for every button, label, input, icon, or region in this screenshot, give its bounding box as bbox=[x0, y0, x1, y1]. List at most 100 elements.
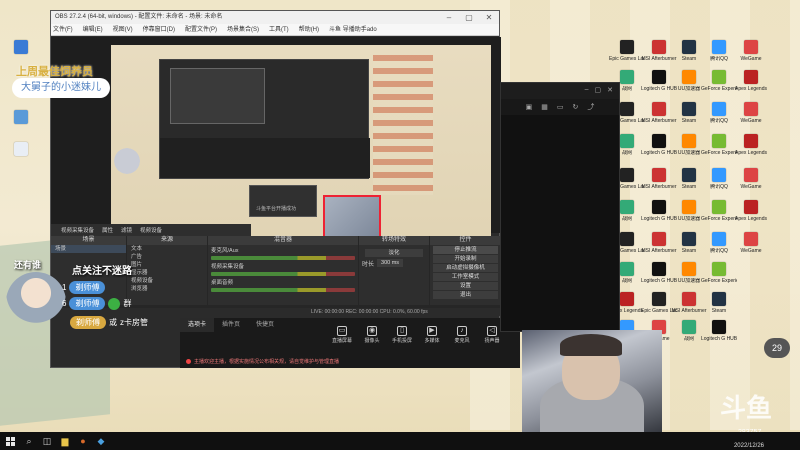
maximize-button[interactable]: ▢ bbox=[595, 86, 602, 96]
task-view-icon[interactable]: ◫ bbox=[38, 432, 56, 450]
desktop-icon[interactable]: GeForce Experience bbox=[701, 200, 737, 222]
tab-plugins[interactable]: 插件页 bbox=[214, 318, 248, 332]
app-icon bbox=[652, 232, 666, 246]
menu-profile[interactable]: 配置文件(P) bbox=[185, 24, 217, 35]
menu-view[interactable]: 视图(V) bbox=[113, 24, 133, 35]
maximize-button[interactable]: ▢ bbox=[459, 11, 479, 24]
menu-tools[interactable]: 工具(T) bbox=[269, 24, 289, 35]
source-item[interactable]: 广告 bbox=[127, 253, 207, 261]
desktop-icon[interactable]: Apex Legends bbox=[734, 134, 768, 156]
secondary-app-window[interactable]: – ▢ ✕ ▣ ▦ ▭ ↻ ⤴ bbox=[500, 82, 620, 332]
tab-shortcuts[interactable]: 快捷页 bbox=[248, 318, 282, 332]
explorer-icon[interactable]: ▆ bbox=[56, 432, 74, 450]
desktop-icon[interactable]: WeGame bbox=[734, 40, 768, 62]
screen-button[interactable]: ▭ 直播屏幕 bbox=[330, 326, 354, 344]
camera-button[interactable]: ◉ 摄像头 bbox=[360, 326, 384, 344]
tab-options[interactable]: 选项卡 bbox=[180, 318, 215, 332]
source-item[interactable]: 浏览器 bbox=[127, 285, 207, 293]
desktop-icon[interactable]: GeForce Experience bbox=[701, 70, 737, 92]
desktop-icon-label: GeForce Experience bbox=[701, 150, 737, 156]
lock-icon[interactable]: ▣ bbox=[526, 103, 533, 111]
search-icon[interactable]: ⌕ bbox=[20, 432, 38, 450]
filters-button[interactable]: 滤镜 bbox=[121, 226, 132, 234]
close-button[interactable]: ✕ bbox=[479, 11, 499, 24]
mic-button[interactable]: ♪ 麦克风 bbox=[450, 326, 474, 344]
desktop-icon[interactable] bbox=[4, 142, 38, 158]
group-label: 群 bbox=[123, 299, 132, 308]
volume-meter[interactable] bbox=[211, 272, 355, 276]
desktop-icon[interactable]: GeForce Experience bbox=[701, 262, 737, 284]
app-icon bbox=[620, 102, 634, 116]
menu-scene-collection[interactable]: 场景集合(S) bbox=[227, 24, 259, 35]
desktop-icon[interactable]: WeGame bbox=[734, 232, 768, 254]
clock: 2022/12/26 bbox=[733, 443, 764, 449]
preview-webcam bbox=[323, 195, 381, 241]
grid-icon[interactable]: ▦ bbox=[541, 103, 548, 111]
menu-file[interactable]: 文件(F) bbox=[53, 24, 73, 35]
window-icon[interactable]: ▭ bbox=[557, 103, 564, 111]
app-icon bbox=[652, 40, 666, 54]
source-item[interactable]: 图片 bbox=[127, 261, 207, 269]
desktop-icon[interactable]: 腾讯QQ bbox=[702, 232, 736, 254]
stop-stream-button[interactable]: 停止推流 bbox=[433, 246, 498, 254]
obs-taskbar-icon[interactable]: ● bbox=[74, 432, 92, 450]
menu-douyu-plugin[interactable]: 斗鱼 导播助手ado bbox=[329, 24, 377, 35]
desktop-icon[interactable]: WeGame bbox=[734, 168, 768, 190]
source-item[interactable]: 显示器 bbox=[127, 269, 207, 277]
app-icon bbox=[620, 134, 634, 148]
menu-docks[interactable]: 停靠窗口(D) bbox=[143, 24, 175, 35]
virtual-camera-button[interactable]: 启动虚拟摄像机 bbox=[433, 264, 498, 272]
obs-window[interactable]: OBS 27.2.4 (64-bit, windows) - 配置文件: 未命名… bbox=[50, 10, 501, 368]
settings-button[interactable]: 设置 bbox=[433, 282, 498, 290]
mic-icon: ♪ bbox=[457, 326, 467, 336]
live-success-popup: 斗鱼平台开播成功 bbox=[249, 185, 317, 217]
desktop-icon[interactable]: Apex Legends bbox=[734, 200, 768, 222]
desktop-icon[interactable]: GeForce Experience bbox=[701, 134, 737, 156]
desktop-icon[interactable]: 腾讯QQ bbox=[702, 102, 736, 124]
menu-help[interactable]: 帮助(H) bbox=[299, 24, 319, 35]
app-icon bbox=[620, 40, 634, 54]
exit-button[interactable]: 退出 bbox=[433, 291, 498, 299]
close-button[interactable]: ✕ bbox=[607, 86, 613, 96]
volume-meter[interactable] bbox=[211, 256, 355, 260]
obs-preview[interactable]: 斗鱼平台开播成功 bbox=[51, 37, 501, 257]
video-device-button[interactable]: 视频设备 bbox=[140, 226, 162, 234]
desktop-icon[interactable]: Steam bbox=[702, 292, 736, 314]
desktop-icon[interactable]: 腾讯QQ bbox=[702, 168, 736, 190]
volume-meter[interactable] bbox=[211, 288, 355, 292]
app-icon bbox=[712, 70, 726, 84]
start-recording-button[interactable]: 开始录制 bbox=[433, 255, 498, 263]
app-icon bbox=[652, 102, 666, 116]
phone-button[interactable]: ▯ 手机投屏 bbox=[390, 326, 414, 344]
desktop-icon[interactable]: Logitech G HUB bbox=[701, 320, 737, 342]
app-icon bbox=[652, 200, 666, 214]
menu-edit[interactable]: 编辑(E) bbox=[83, 24, 103, 35]
source-item[interactable]: 文本 bbox=[127, 245, 207, 253]
app-icon bbox=[620, 200, 634, 214]
start-button[interactable] bbox=[0, 432, 20, 450]
studio-mode-button[interactable]: 工作室模式 bbox=[433, 273, 498, 281]
phone-icon: ▯ bbox=[397, 326, 407, 336]
desktop-icon[interactable]: Epic Games Launcher bbox=[609, 40, 645, 62]
desktop-icon[interactable]: WeGame bbox=[734, 102, 768, 124]
scene-item[interactable]: 场景 bbox=[51, 245, 126, 253]
desktop-icon[interactable] bbox=[4, 40, 38, 56]
desktop-icon-label: 腾讯QQ bbox=[710, 56, 728, 62]
desktop-icon[interactable]: Apex Legends bbox=[734, 70, 768, 92]
app-icon bbox=[652, 70, 666, 84]
minimize-button[interactable]: – bbox=[585, 86, 589, 96]
tag-number: 6 bbox=[62, 299, 67, 308]
app-icon bbox=[712, 40, 726, 54]
media-button[interactable]: ▶ 多媒体 bbox=[420, 326, 444, 344]
duration-input[interactable]: 300 ms bbox=[377, 259, 404, 267]
properties-button[interactable]: 属性 bbox=[102, 226, 113, 234]
refresh-icon[interactable]: ↻ bbox=[573, 103, 579, 111]
desktop-icon[interactable]: 腾讯QQ bbox=[702, 40, 736, 62]
mascot-avatar bbox=[6, 272, 66, 332]
transition-select[interactable]: 淡化 bbox=[365, 249, 423, 257]
app-taskbar-icon[interactable]: ◆ bbox=[92, 432, 110, 450]
source-item[interactable]: 视频设备 bbox=[127, 277, 207, 285]
desktop-icon[interactable] bbox=[4, 110, 38, 126]
share-icon[interactable]: ⤴ bbox=[587, 102, 594, 112]
minimize-button[interactable]: – bbox=[439, 11, 459, 24]
